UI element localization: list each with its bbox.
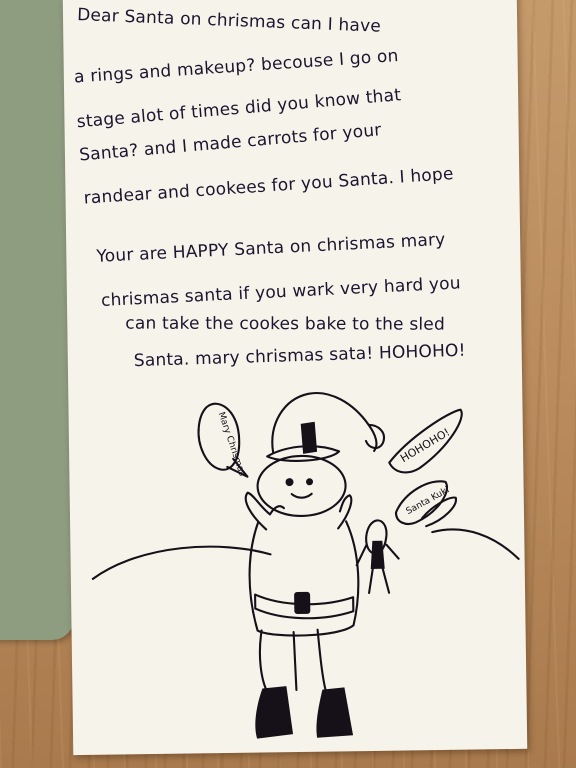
santa-drawing: Mary Chrismas HOHOHO! Santa Kuki: [91, 391, 520, 739]
santa-smile: [290, 492, 313, 499]
santa-hat: [271, 391, 378, 454]
santa-legs: [258, 628, 328, 696]
green-mat: [0, 0, 74, 640]
left-boot: [255, 686, 294, 739]
hat-band: [300, 421, 318, 454]
elf-speech-bubble: Santa Kuki: [394, 480, 457, 528]
elf-figure: [355, 519, 400, 595]
santa-head: [256, 454, 347, 517]
right-boot: [316, 687, 354, 738]
elf-shout-bubble: HOHOHO!: [388, 408, 463, 474]
right-eye: [306, 478, 314, 486]
left-hill: [91, 545, 272, 580]
letter-paper: Dear Santa on chrismas can I have a ring…: [62, 0, 528, 756]
left-eye: [285, 478, 294, 487]
santa-speech-bubble: Mary Chrismas: [197, 402, 249, 478]
belt-buckle: [294, 591, 311, 614]
right-hill: [431, 528, 520, 560]
